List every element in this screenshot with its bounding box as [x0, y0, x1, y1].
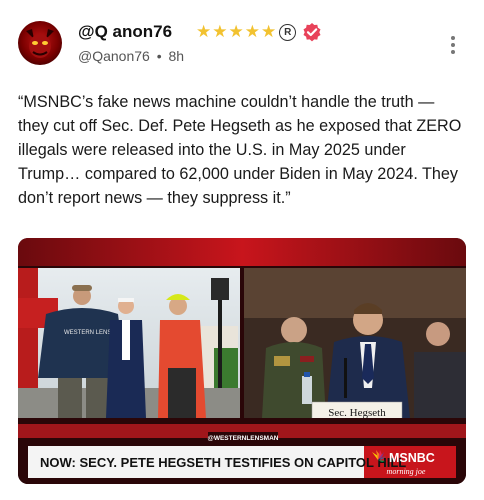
avatar-image — [26, 29, 54, 58]
video-right-panel: Sec. Hegseth — [244, 268, 466, 421]
network-logo-text: MSNBC — [389, 451, 435, 465]
star-icon: ★ — [261, 22, 277, 41]
video-headline: NOW: SECY. PETE HEGSETH TESTIFIES ON CAP… — [40, 455, 406, 470]
nameplate-text: Sec. Hegseth — [328, 407, 386, 419]
show-name: morning joe — [387, 467, 426, 476]
avatar[interactable] — [18, 21, 62, 65]
registered-icon: R — [279, 23, 297, 41]
star-icon: ★ — [196, 22, 212, 41]
meta-separator: • — [156, 48, 162, 64]
timestamp[interactable]: 8h — [169, 48, 185, 64]
star-icon: ★ — [228, 22, 244, 41]
handle[interactable]: @Qanon76 — [78, 48, 150, 64]
video-thumbnail[interactable]: WESTERN LENSMAN Sec. Hegseth @WESTERNLEN… — [18, 238, 466, 484]
star-icon: ★ — [244, 22, 260, 41]
badge-row: ★ ★ ★ ★ ★ R — [196, 22, 322, 42]
video-frame: WESTERN LENSMAN Sec. Hegseth @WESTERNLEN… — [18, 238, 466, 484]
source-tag: @WESTERNLENSMAN — [208, 435, 279, 442]
post-header: @Q anon76 ★ ★ ★ ★ ★ R @Qanon76 • 8h — [0, 0, 484, 80]
post-body: “MSNBC’s fake news machine couldn’t hand… — [18, 93, 462, 207]
verified-check-icon — [303, 23, 321, 42]
star-icon: ★ — [212, 22, 228, 41]
post-meta: @Qanon76 • 8h — [78, 48, 184, 64]
video-left-panel: WESTERN LENSMAN — [18, 268, 240, 418]
more-vertical-icon[interactable] — [449, 36, 457, 56]
display-name[interactable]: @Q anon76 — [78, 22, 172, 42]
